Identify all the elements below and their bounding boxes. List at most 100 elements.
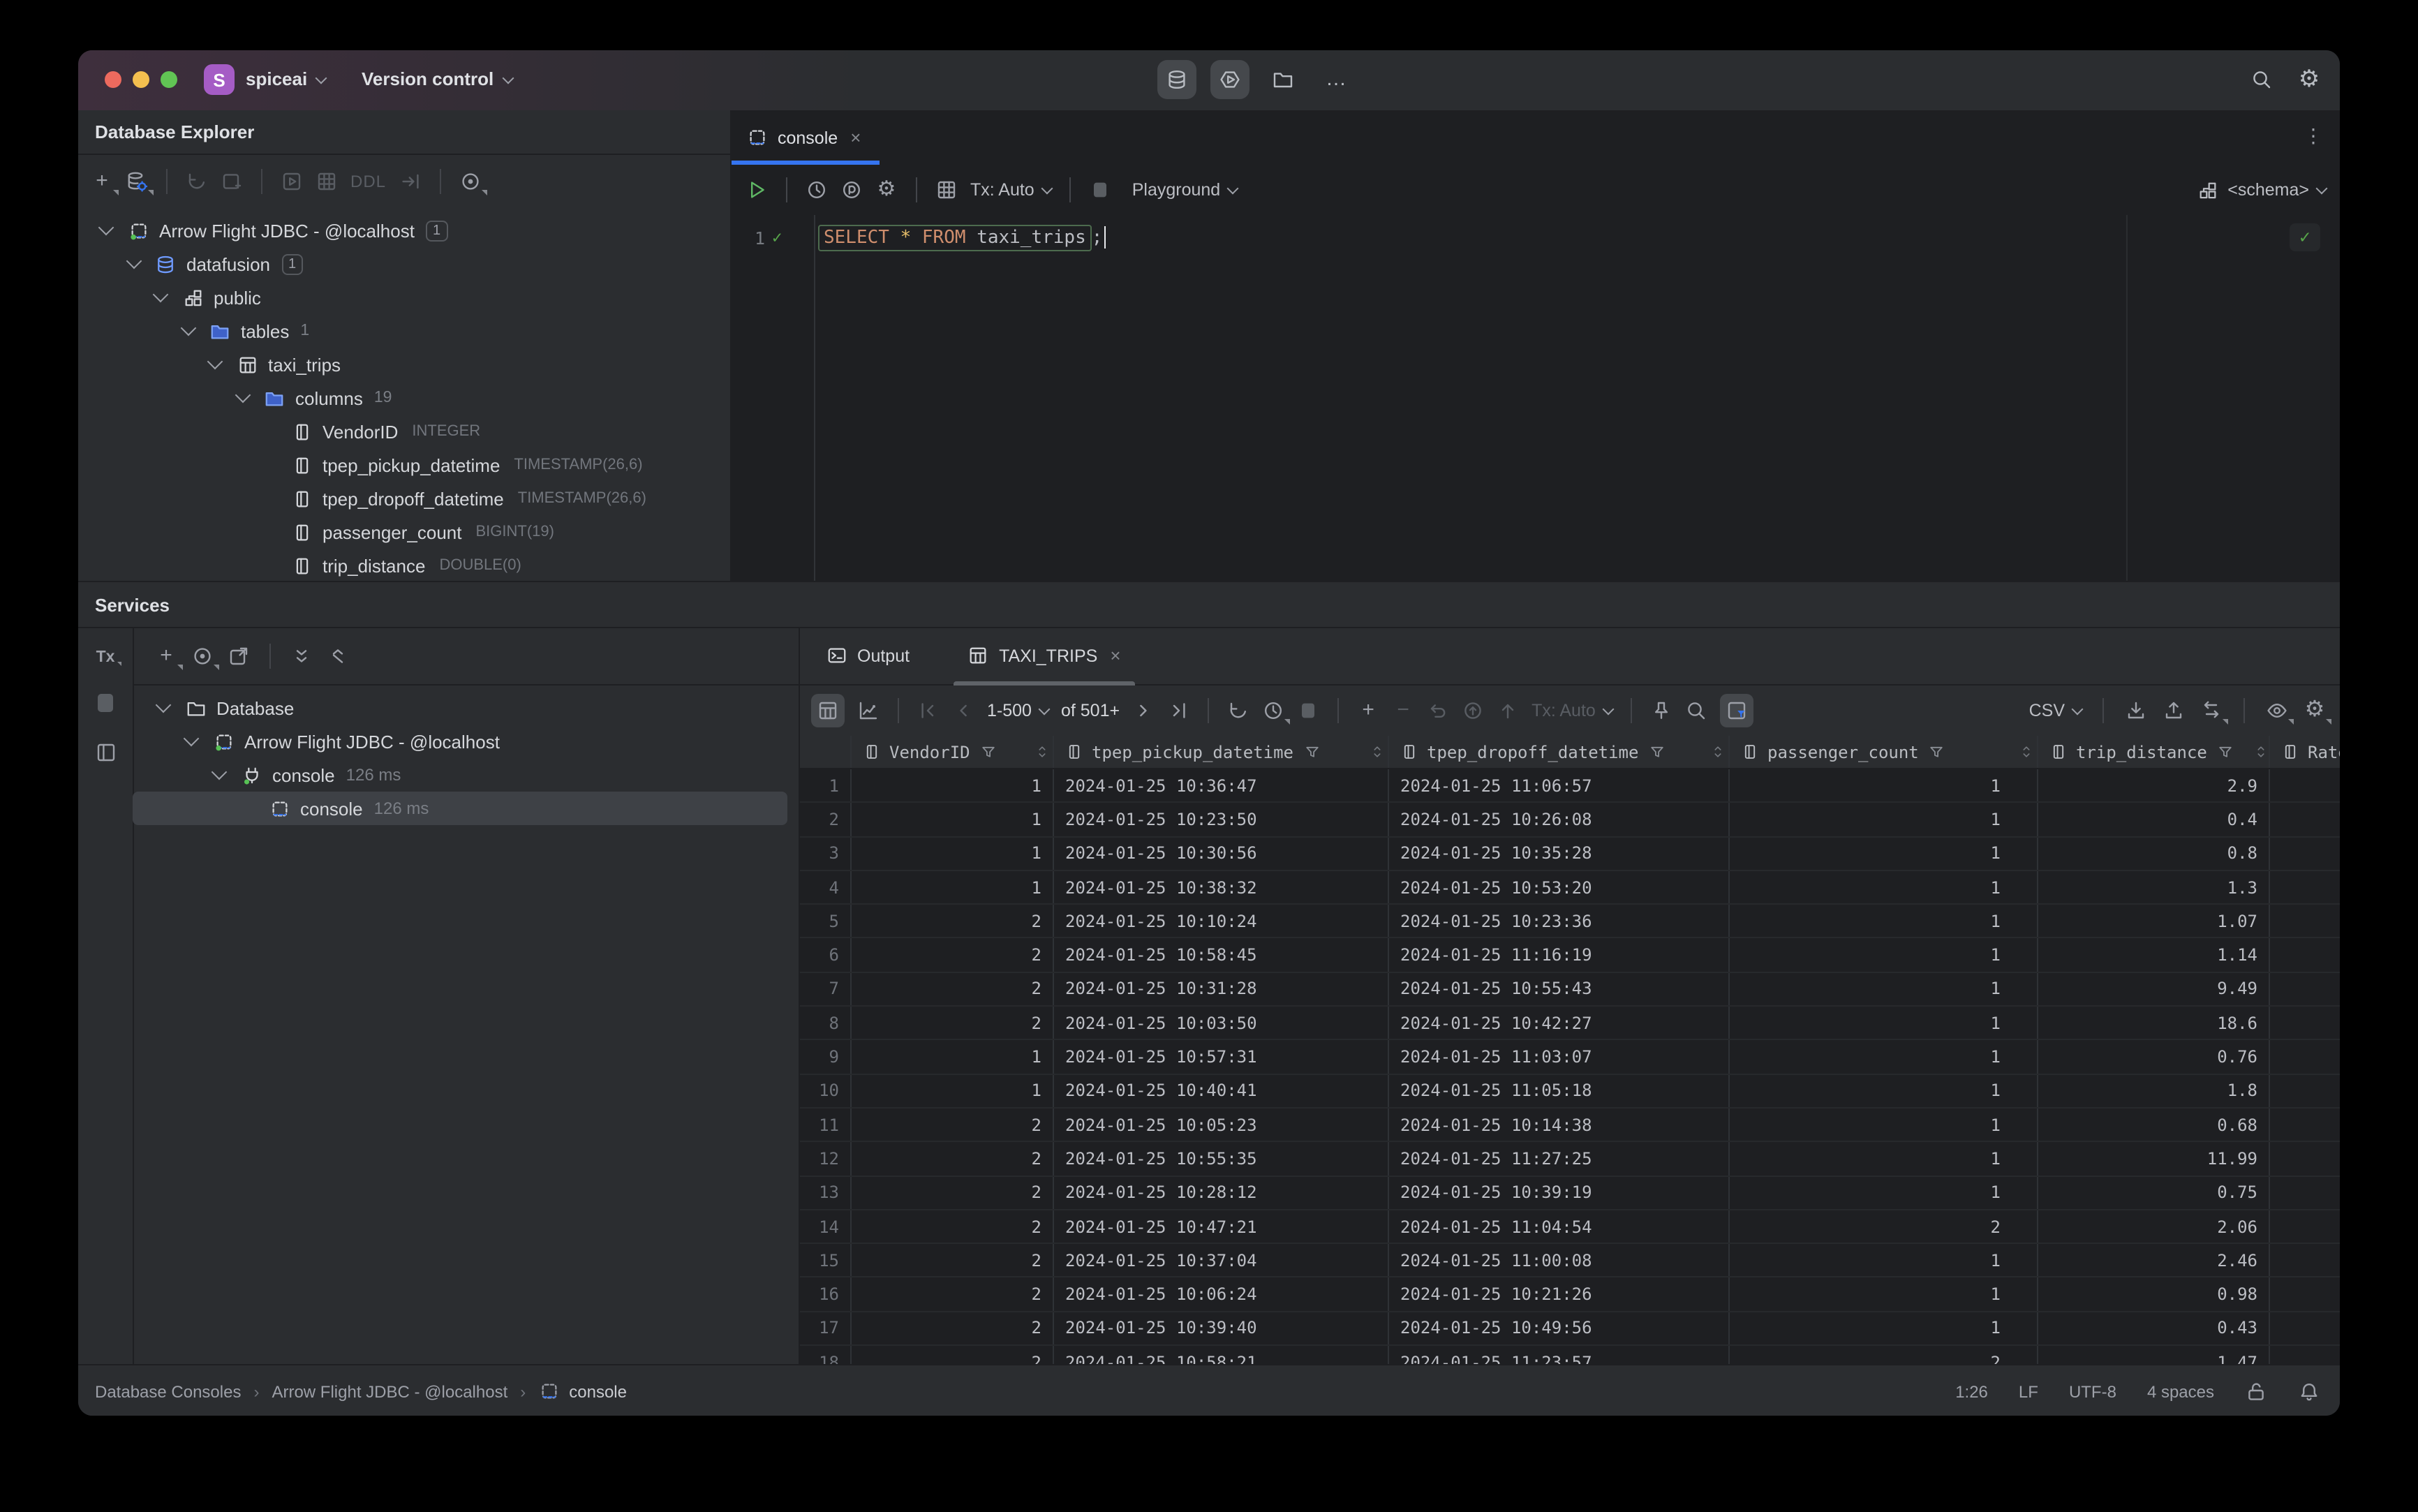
- cell[interactable]: 2024-01-25 10:03:50: [1054, 1007, 1389, 1039]
- table-row[interactable]: 13 2 2024-01-25 10:28:12 2024-01-25 10:39:1…: [800, 1176, 2340, 1210]
- cell[interactable]: [2270, 1074, 2340, 1107]
- chevron-down-icon[interactable]: [234, 387, 251, 403]
- encoding[interactable]: UTF-8: [2069, 1381, 2116, 1401]
- table-row[interactable]: 1 1 2024-01-25 10:36:47 2024-01-25 11:06:57…: [800, 769, 2340, 803]
- cell[interactable]: 1.3: [2038, 870, 2270, 904]
- line-ending[interactable]: LF: [2019, 1381, 2038, 1401]
- cell[interactable]: 1: [1730, 1312, 2038, 1345]
- row-number[interactable]: 9: [800, 1040, 852, 1074]
- cell[interactable]: 2024-01-25 10:10:24: [1054, 905, 1389, 937]
- cell[interactable]: 2024-01-25 10:58:45: [1054, 938, 1389, 972]
- sql-line[interactable]: SELECT * FROM taxi_trips;: [818, 221, 1106, 254]
- tree-item-taxi-trips[interactable]: taxi_trips: [78, 348, 730, 381]
- chevron-down-icon[interactable]: [211, 764, 228, 780]
- cell[interactable]: 2024-01-25 10:57:31: [1054, 1040, 1389, 1074]
- tree-item-console[interactable]: console 126 ms: [133, 792, 787, 825]
- grid-settings-gear-icon[interactable]: ⚙: [2304, 699, 2326, 722]
- cell[interactable]: 2024-01-25 10:40:41: [1054, 1074, 1389, 1107]
- locate-icon[interactable]: [191, 644, 214, 667]
- cell[interactable]: [2270, 1109, 2340, 1141]
- row-number[interactable]: 10: [800, 1074, 852, 1107]
- cell[interactable]: 2024-01-25 10:42:27: [1389, 1007, 1730, 1039]
- row-number[interactable]: 11: [800, 1108, 852, 1141]
- row-number[interactable]: 1: [800, 769, 852, 802]
- add-service-button[interactable]: +: [155, 644, 177, 667]
- open-editor-icon[interactable]: [281, 170, 303, 193]
- cell[interactable]: 1: [1730, 938, 2038, 972]
- row-number[interactable]: 17: [800, 1312, 852, 1345]
- row-number[interactable]: 15: [800, 1244, 852, 1277]
- table-data-icon[interactable]: [316, 170, 338, 193]
- row-number[interactable]: 3: [800, 837, 852, 870]
- cell[interactable]: 1: [852, 1040, 1054, 1074]
- table-row[interactable]: 10 1 2024-01-25 10:40:41 2024-01-25 11:05:1…: [800, 1074, 2340, 1109]
- cell[interactable]: 1: [1730, 1277, 2038, 1311]
- vcs-menu[interactable]: Version control: [362, 68, 514, 89]
- layout-panel-icon[interactable]: [78, 741, 133, 764]
- row-number[interactable]: 16: [800, 1277, 852, 1311]
- cell[interactable]: 2024-01-25 11:05:18: [1389, 1074, 1730, 1107]
- filter-icon[interactable]: [1645, 741, 1668, 763]
- chevron-down-icon[interactable]: [179, 320, 196, 336]
- cell[interactable]: 0.43: [2038, 1312, 2270, 1345]
- tree-item-datafusion[interactable]: datafusion 1: [78, 247, 730, 281]
- row-number[interactable]: 14: [800, 1210, 852, 1243]
- unlocked-icon[interactable]: [2245, 1380, 2267, 1402]
- cell[interactable]: 1: [1730, 837, 2038, 870]
- row-number[interactable]: 6: [800, 938, 852, 972]
- cell[interactable]: 2024-01-25 10:26:08: [1389, 803, 1730, 836]
- stop-icon[interactable]: [1089, 179, 1111, 201]
- cell[interactable]: [2270, 1210, 2340, 1243]
- cell[interactable]: 1: [1730, 1142, 2038, 1176]
- project-menu[interactable]: spiceai: [246, 68, 327, 89]
- sort-icon[interactable]: [2250, 741, 2269, 763]
- row-number[interactable]: 5: [800, 905, 852, 937]
- tree-item-tpep-dropoff-datetime[interactable]: tpep_dropoff_datetime TIMESTAMP(26,6): [78, 482, 730, 515]
- ddl-button[interactable]: DDL: [350, 172, 386, 191]
- submit-icon[interactable]: [1462, 699, 1484, 722]
- tab-taxi-trips[interactable]: TAXI_TRIPS ×: [953, 626, 1135, 685]
- cell[interactable]: 2: [1730, 1346, 2038, 1365]
- cell[interactable]: 2: [852, 1007, 1054, 1039]
- tree-item-console[interactable]: console 126 ms: [133, 758, 787, 792]
- filter-icon[interactable]: [2214, 741, 2237, 763]
- cell[interactable]: 1: [1730, 1244, 2038, 1277]
- table-row[interactable]: 17 2 2024-01-25 10:39:40 2024-01-25 10:49:5…: [800, 1312, 2340, 1347]
- schema-switcher[interactable]: <schema>: [2197, 165, 2328, 215]
- expand-all-icon[interactable]: [290, 644, 313, 667]
- table-row[interactable]: 18 2 2024-01-25 10:58:21 2024-01-25 11:23:5…: [800, 1346, 2340, 1365]
- cell[interactable]: 2: [852, 1244, 1054, 1277]
- tree-item-database[interactable]: Database: [133, 691, 787, 725]
- stop-icon[interactable]: [1297, 699, 1319, 722]
- cell[interactable]: 1: [1730, 769, 2038, 802]
- open-in-new-icon[interactable]: [228, 644, 250, 667]
- cell[interactable]: 1: [1730, 972, 2038, 1006]
- run-button[interactable]: [746, 179, 768, 201]
- filter-icon[interactable]: [1300, 741, 1323, 763]
- table-row[interactable]: 6 2 2024-01-25 10:58:45 2024-01-25 11:16:19…: [800, 938, 2340, 973]
- add-datasource-button[interactable]: +: [91, 170, 113, 193]
- stop-icon[interactable]: [78, 694, 133, 712]
- row-number[interactable]: 8: [800, 1007, 852, 1039]
- cell[interactable]: 0.75: [2038, 1176, 2270, 1209]
- filter-icon[interactable]: [977, 741, 1000, 763]
- sort-icon[interactable]: [1030, 741, 1053, 763]
- settings-gear-icon[interactable]: ⚙: [2298, 67, 2320, 91]
- tree-item-tables[interactable]: tables 1: [78, 314, 730, 348]
- cell[interactable]: 11.99: [2038, 1142, 2270, 1176]
- cell[interactable]: 2024-01-25 10:14:38: [1389, 1108, 1730, 1141]
- delete-row-icon[interactable]: −: [1392, 699, 1414, 722]
- cell[interactable]: [2270, 973, 2340, 1006]
- cell[interactable]: 2024-01-25 10:55:43: [1389, 972, 1730, 1006]
- tree-item-arrow-flight-jdbc-localhost[interactable]: Arrow Flight JDBC - @localhost: [133, 725, 787, 758]
- gear-icon[interactable]: ⚙: [875, 178, 898, 201]
- cell[interactable]: 2024-01-25 11:23:57: [1389, 1346, 1730, 1365]
- cell[interactable]: 1: [852, 870, 1054, 904]
- column-header-trip-distance[interactable]: trip_distance: [2038, 736, 2270, 768]
- chart-view-icon[interactable]: [857, 699, 880, 722]
- cell[interactable]: [2270, 803, 2340, 836]
- table-row[interactable]: 11 2 2024-01-25 10:05:23 2024-01-25 10:14:3…: [800, 1108, 2340, 1143]
- cell[interactable]: 2024-01-25 10:23:50: [1054, 803, 1389, 836]
- cell[interactable]: 2024-01-25 10:23:36: [1389, 905, 1730, 937]
- cell[interactable]: 2: [852, 972, 1054, 1006]
